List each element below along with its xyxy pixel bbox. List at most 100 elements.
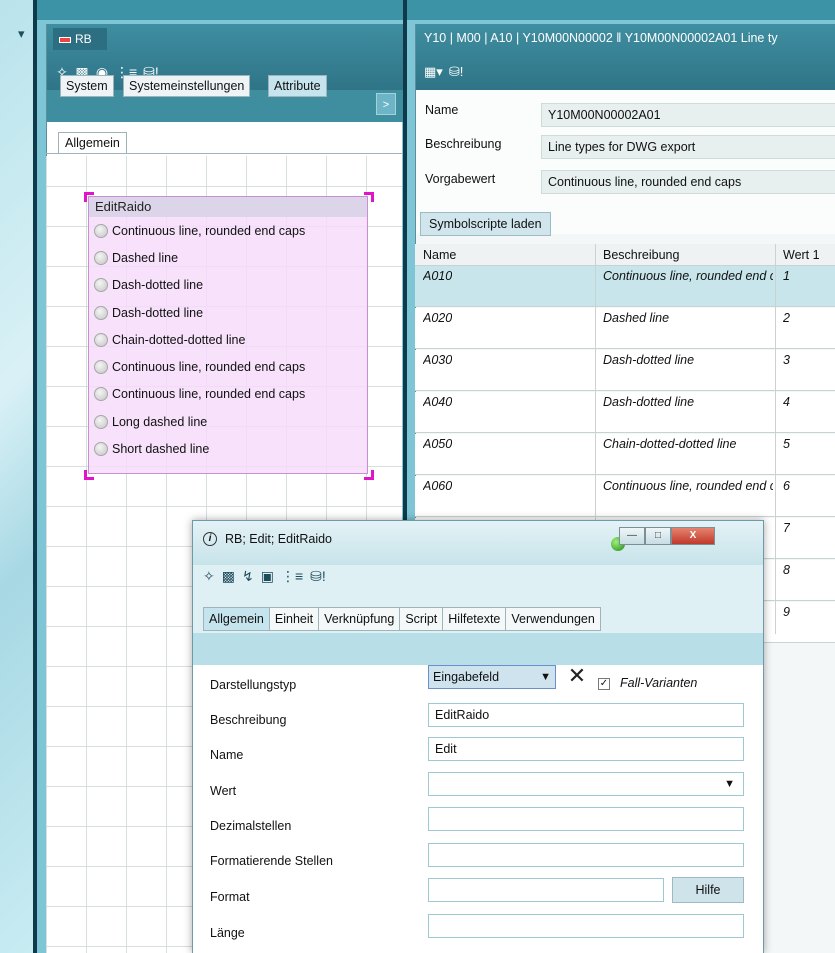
cell-name: A050: [423, 437, 453, 451]
tab-rb-label: RB: [75, 32, 92, 46]
table-row[interactable]: A020 Dashed line 2: [415, 308, 835, 349]
column-header-wert1[interactable]: Wert 1: [775, 244, 835, 266]
table-row[interactable]: A040 Dash-dotted line 4: [415, 392, 835, 433]
cell-wert: 3: [783, 353, 790, 367]
radio-option[interactable]: Dash-dotted line: [89, 299, 367, 326]
name-label: Name: [210, 748, 244, 762]
radio-option[interactable]: Short dashed line: [89, 435, 367, 462]
radio-option-label: Dash-dotted line: [112, 305, 204, 320]
radio-icon[interactable]: [94, 332, 108, 347]
radio-icon[interactable]: [94, 442, 108, 457]
radio-option[interactable]: Dashed line: [89, 244, 367, 271]
radio-option[interactable]: Continuous line, rounded end caps: [89, 217, 367, 244]
radio-icon[interactable]: [94, 360, 108, 375]
maximize-button[interactable]: □: [645, 527, 671, 545]
crosshair-icon[interactable]: ✧: [203, 568, 215, 585]
table-row[interactable]: A010 Continuous line, rounded end caps 1: [415, 266, 835, 307]
attribute-toolbar: ▦▾ ⛁!: [424, 64, 463, 80]
radio-option-label: Chain-dotted-dotted line: [112, 332, 246, 347]
tab-hilfetexte[interactable]: Hilfetexte: [442, 607, 507, 631]
dialog-tab-strip: [193, 633, 763, 665]
selection-handle[interactable]: [364, 192, 374, 202]
cell-beschreibung: Dash-dotted line: [603, 353, 695, 367]
cell-wert: 6: [783, 479, 790, 493]
tab-systemeinstellungen[interactable]: Systemeinstellungen: [123, 75, 251, 97]
properties-icon[interactable]: ⋮≡: [281, 568, 303, 585]
radio-icon[interactable]: [94, 414, 108, 429]
load-symbol-scripts-button[interactable]: Symbolscripte laden: [420, 212, 551, 236]
beschreibung-field[interactable]: Line types for DWG export: [541, 135, 835, 159]
hilfe-button[interactable]: Hilfe: [672, 877, 744, 903]
panel-divider: [33, 0, 37, 953]
filter-dropdown-icon[interactable]: ▦▾: [424, 64, 443, 80]
column-divider[interactable]: [775, 244, 776, 634]
merge-icon[interactable]: ↯: [242, 568, 254, 585]
db-alert-icon[interactable]: ⛁!: [449, 64, 464, 80]
db-alert-icon[interactable]: ⛁!: [310, 568, 326, 585]
tab-scroll-right-icon[interactable]: >: [376, 93, 396, 115]
radio-icon[interactable]: [94, 278, 108, 293]
collapse-arrow-icon[interactable]: ▾: [18, 26, 25, 42]
fall-varianten-checkbox[interactable]: ✓: [598, 678, 610, 690]
table-row[interactable]: A060 Continuous line, rounded end caps 6: [415, 476, 835, 517]
cell-wert: 2: [783, 311, 790, 325]
subtab-divider: [46, 153, 402, 154]
radio-option[interactable]: Continuous line, rounded end caps: [89, 353, 367, 380]
selection-handle[interactable]: [84, 192, 94, 202]
image-icon[interactable]: ▣: [261, 568, 274, 585]
radio-group-title: EditRaido: [89, 197, 367, 217]
formatierende-stellen-input[interactable]: [428, 843, 744, 867]
selection-handle[interactable]: [364, 470, 374, 480]
radio-icon[interactable]: [94, 305, 108, 320]
cell-beschreibung: Continuous line, rounded end caps: [603, 479, 773, 493]
cell-wert: 4: [783, 395, 790, 409]
tab-attribute[interactable]: Attribute: [268, 75, 327, 97]
cell-beschreibung: Dash-dotted line: [603, 395, 695, 409]
top-strip: [0, 0, 835, 20]
dezimalstellen-input[interactable]: [428, 807, 744, 831]
attribute-title: Y10 | M00 | A10 | Y10M00N00002 ‖ Y10M00N…: [424, 31, 778, 45]
vorgabewert-field[interactable]: Continuous line, rounded end caps: [541, 170, 835, 194]
radio-option-label: Continuous line, rounded end caps: [112, 360, 306, 375]
radio-option[interactable]: Long dashed line: [89, 408, 367, 435]
edit-radio-group[interactable]: EditRaido Continuous line, rounded end c…: [88, 196, 368, 474]
radio-option-label: Dashed line: [112, 250, 179, 265]
cell-wert: 5: [783, 437, 790, 451]
clear-x-icon[interactable]: ✕: [564, 665, 590, 689]
tab-einheit[interactable]: Einheit: [268, 607, 320, 631]
radio-option[interactable]: Continuous line, rounded end caps: [89, 381, 367, 408]
tab-system[interactable]: System: [60, 75, 114, 97]
dialog-titlebar[interactable]: i RB; Edit; EditRaido — □ X: [193, 521, 763, 565]
wert-select[interactable]: ▼: [428, 772, 744, 796]
info-icon: i: [203, 532, 217, 546]
table-row[interactable]: A030 Dash-dotted line 3: [415, 350, 835, 391]
folder-icon[interactable]: ▩: [222, 568, 235, 585]
column-header-beschreibung[interactable]: Beschreibung: [595, 244, 775, 266]
tab-verknuepfung[interactable]: Verknüpfung: [318, 607, 401, 631]
format-input[interactable]: [428, 878, 664, 902]
tab-script[interactable]: Script: [399, 607, 444, 631]
radio-option[interactable]: Chain-dotted-dotted line: [89, 326, 367, 353]
formatierende-stellen-label: Formatierende Stellen: [210, 854, 333, 868]
subtab-allgemein[interactable]: Allgemein: [58, 132, 127, 154]
radio-option[interactable]: Dash-dotted line: [89, 272, 367, 299]
tab-verwendungen[interactable]: Verwendungen: [505, 607, 601, 631]
radio-option-label: Short dashed line: [112, 442, 210, 457]
radio-icon[interactable]: [94, 250, 108, 265]
dialog-toolbar: ✧ ▩ ↯ ▣ ⋮≡ ⛁!: [203, 568, 326, 585]
laenge-input[interactable]: [428, 914, 744, 938]
name-field[interactable]: Y10M00N00002A01: [541, 103, 835, 127]
radio-option-label: Long dashed line: [112, 414, 208, 429]
selection-handle[interactable]: [84, 470, 94, 480]
name-input[interactable]: Edit: [428, 737, 744, 761]
column-header-name[interactable]: Name: [415, 244, 595, 266]
radio-icon[interactable]: [94, 223, 108, 238]
tab-rb[interactable]: RB: [53, 28, 107, 50]
minimize-button[interactable]: —: [619, 527, 645, 545]
radio-icon[interactable]: [94, 387, 108, 402]
tab-allgemein[interactable]: Allgemein: [203, 607, 270, 631]
close-button[interactable]: X: [671, 527, 715, 545]
beschreibung-input[interactable]: EditRaido: [428, 703, 744, 727]
table-row[interactable]: A050 Chain-dotted-dotted line 5: [415, 434, 835, 475]
darstellungstyp-select[interactable]: Eingabefeld ▼: [428, 665, 556, 689]
